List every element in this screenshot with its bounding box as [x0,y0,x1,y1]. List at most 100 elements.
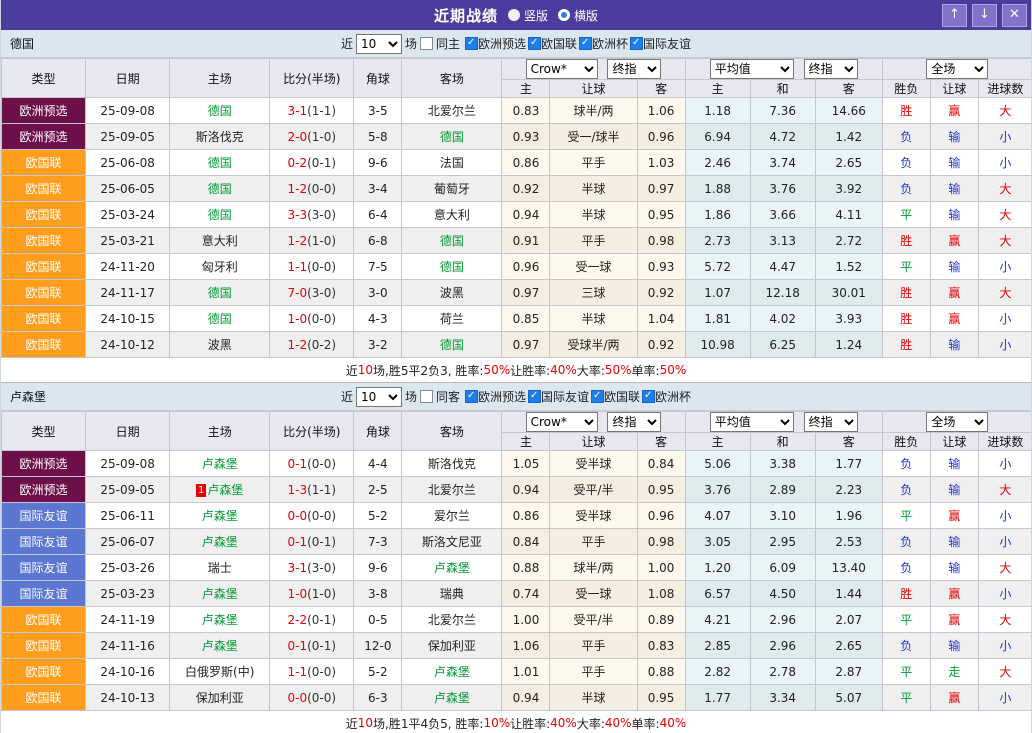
games-label: 场 [405,35,417,52]
avg-draw-cell: 7.36 [750,98,815,124]
away-team-cell: 意大利 [402,202,502,228]
league-checkbox-checked[interactable] [528,37,541,50]
match-type-cell: 欧国联 [2,607,86,633]
home-team-cell: 德国 [170,150,270,176]
avg-away-cell: 1.24 [815,332,882,358]
league-checkbox-checked[interactable] [528,390,541,403]
radio-selected-icon[interactable] [558,9,570,21]
avg-away-cell: 4.11 [815,202,882,228]
handicap-result-cell: 赢 [930,280,978,306]
match-type-cell: 欧国联 [2,306,86,332]
match-count-select[interactable]: 10 [356,387,402,407]
score-cell: 7-0(3-0) [270,280,354,306]
odds-time-select-1[interactable]: 终指 [607,59,661,79]
scroll-up-button[interactable]: ↑ [942,4,967,27]
handicap-result-cell: 输 [930,451,978,477]
match-type-cell: 国际友谊 [2,503,86,529]
corner-cell: 0-5 [354,607,402,633]
same-venue-checkbox[interactable] [420,37,433,50]
league-checkbox-checked[interactable] [579,37,592,50]
avg-away-cell: 2.23 [815,477,882,503]
result-cell: 胜 [882,306,930,332]
result-cell: 负 [882,529,930,555]
avg-draw-cell: 4.50 [750,581,815,607]
avg-away-cell: 1.96 [815,503,882,529]
odds-time-select-1[interactable]: 终指 [607,412,661,432]
fulltime-score: 1-2 [288,338,308,352]
same-venue-checkbox[interactable] [420,390,433,403]
avg-home-cell: 4.07 [685,503,750,529]
corner-cell: 3-0 [354,280,402,306]
avg-away-cell: 2.65 [815,150,882,176]
goals-result-cell: 小 [978,124,1032,150]
league-checkbox-checked[interactable] [642,390,655,403]
table-row: 欧国联 25-06-08 德国 0-2(0-1) 9-6 法国 0.86 平手 … [2,150,1032,176]
match-type-cell: 欧洲预选 [2,451,86,477]
away-odds-cell: 0.88 [637,659,685,685]
bookmaker-select[interactable]: Crow* [526,59,598,79]
radio-unselected-icon[interactable] [508,9,520,21]
away-odds-cell: 0.92 [637,280,685,306]
odds-time-select-2[interactable]: 终指 [804,412,858,432]
subcol-avg-away: 客 [815,80,882,98]
scroll-down-button[interactable]: ↓ [972,4,997,27]
average-select[interactable]: 平均值 [710,59,794,79]
fulltime-score: 1-2 [288,182,308,196]
league-checkbox-checked[interactable] [465,390,478,403]
close-button[interactable]: ✕ [1002,4,1027,27]
corner-cell: 9-6 [354,150,402,176]
avg-draw-cell: 2.96 [750,633,815,659]
subcol-result: 胜负 [882,80,930,98]
handicap-cell: 半球 [550,176,637,202]
match-count-select[interactable]: 10 [356,34,402,54]
score-cell: 1-2(1-0) [270,228,354,254]
away-team-cell: 卢森堡 [402,555,502,581]
away-odds-cell: 1.08 [637,581,685,607]
halftime-score: (3-0) [307,286,336,300]
home-odds-cell: 0.74 [502,581,550,607]
bookmaker-select[interactable]: Crow* [526,412,598,432]
league-checkbox-checked[interactable] [465,37,478,50]
table-row: 欧洲预选 25-09-08 德国 3-1(1-1) 3-5 北爱尔兰 0.83 … [2,98,1032,124]
corner-cell: 5-2 [354,659,402,685]
match-date-cell: 25-03-23 [86,581,170,607]
match-type-cell: 国际友谊 [2,581,86,607]
league-label: 欧国联 [541,35,577,52]
avg-away-cell: 3.93 [815,306,882,332]
col-header-score: 比分(半场) [270,412,354,451]
avg-away-cell: 2.53 [815,529,882,555]
handicap-result-cell: 走 [930,659,978,685]
league-checkbox-checked[interactable] [591,390,604,403]
fulltime-score: 0-0 [288,691,308,705]
table-row: 欧国联 25-03-21 意大利 1-2(1-0) 6-8 德国 0.91 平手… [2,228,1032,254]
avg-away-cell: 1.44 [815,581,882,607]
home-team-cell: 卢森堡 [170,633,270,659]
period-select[interactable]: 全场 [926,412,988,432]
subcol-avg-home: 主 [685,433,750,451]
avg-draw-cell: 3.38 [750,451,815,477]
league-checkbox-checked[interactable] [630,37,643,50]
goals-result-cell: 小 [978,503,1032,529]
score-cell: 2-2(0-1) [270,607,354,633]
home-team-cell: 波黑 [170,332,270,358]
goals-result-cell: 小 [978,254,1032,280]
average-odds-group: 平均值 终指 [685,59,882,80]
layout-vertical-option[interactable]: 竖版 [508,7,548,24]
avg-away-cell: 5.07 [815,685,882,711]
period-select[interactable]: 全场 [926,59,988,79]
away-team-cell: 卢森堡 [402,685,502,711]
fulltime-score: 1-0 [288,312,308,326]
handicap-result-cell: 赢 [930,503,978,529]
result-cell: 负 [882,451,930,477]
odds-time-select-2[interactable]: 终指 [804,59,858,79]
away-team-cell: 斯洛伐克 [402,451,502,477]
average-select[interactable]: 平均值 [710,412,794,432]
league-filter-欧洲预选: 欧洲预选 [465,35,526,52]
halftime-score: (0-0) [307,312,336,326]
halftime-score: (0-1) [307,156,336,170]
match-date-cell: 24-11-16 [86,633,170,659]
match-date-cell: 25-09-08 [86,451,170,477]
arrow-down-icon: ↓ [979,7,990,22]
match-date-cell: 25-09-05 [86,124,170,150]
layout-horizontal-option[interactable]: 横版 [558,7,598,24]
